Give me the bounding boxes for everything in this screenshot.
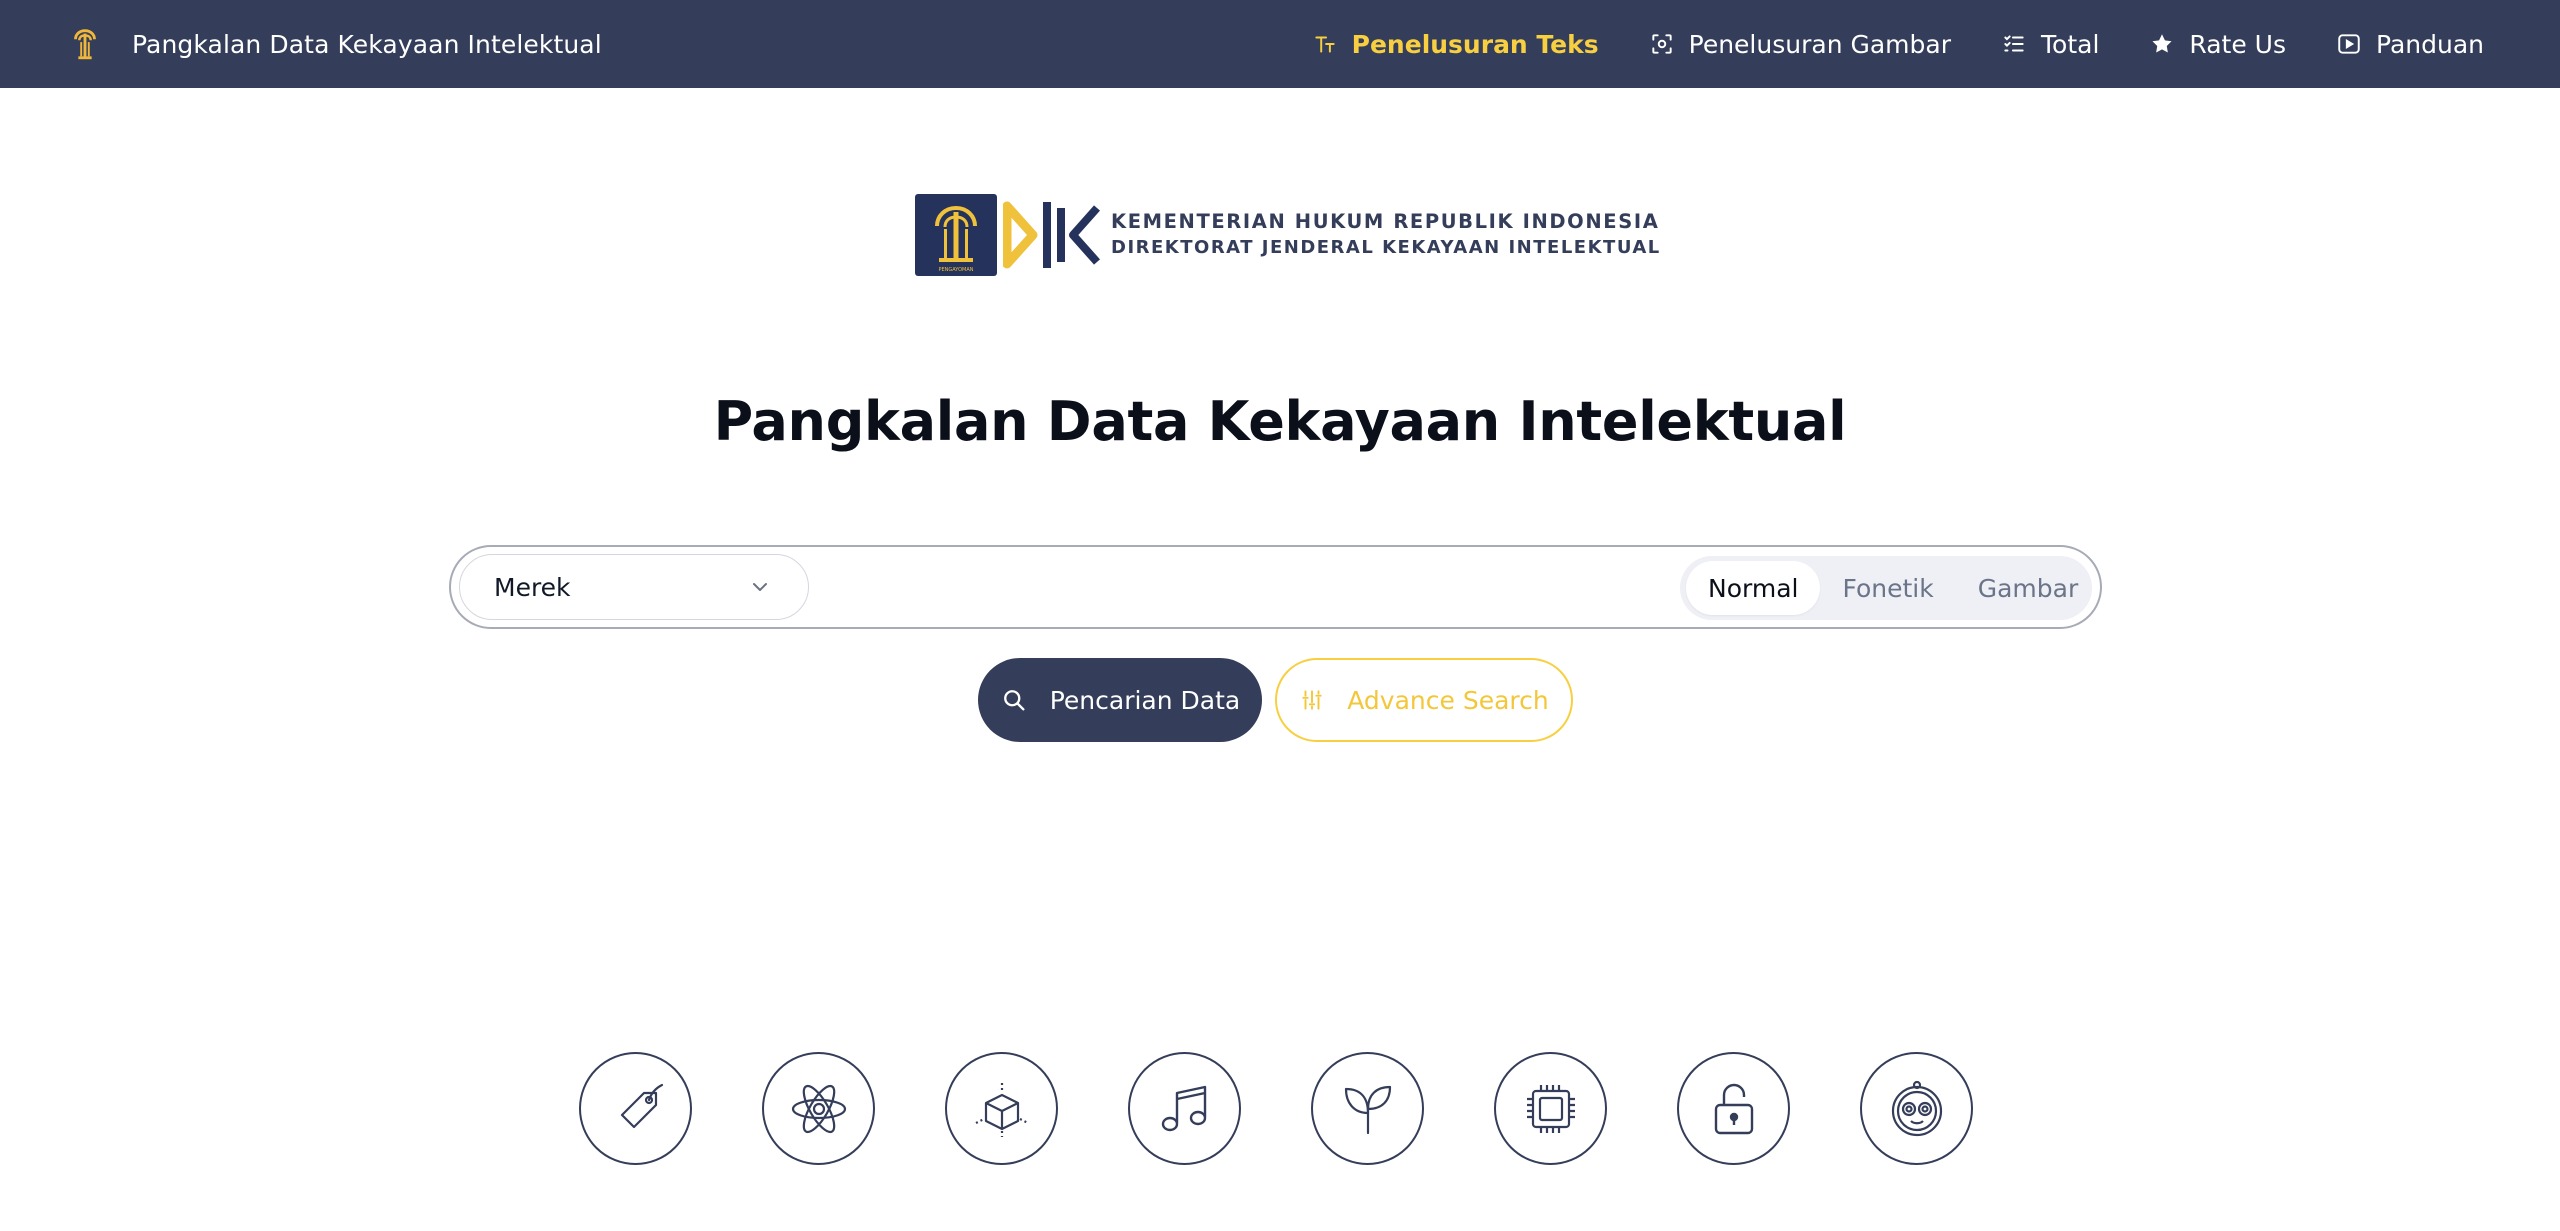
play-video-icon	[2338, 34, 2360, 54]
djki-wordmark-icon	[1003, 201, 1100, 269]
djki-logo: PENGAYOMAN KEMENTERIAN HUKUM REPUBLIK IN…	[915, 194, 1661, 276]
category-desain-industri[interactable]	[945, 1052, 1058, 1165]
atom-icon	[791, 1084, 846, 1133]
advance-search-button[interactable]: Advance Search	[1275, 658, 1573, 742]
pengayoman-emblem-icon	[74, 29, 96, 60]
category-selected-value: Merek	[494, 572, 571, 602]
nav-label: Rate Us	[2189, 29, 2286, 59]
category-rahasia-dagang[interactable]	[1677, 1052, 1790, 1165]
mode-normal[interactable]: Normal	[1686, 561, 1821, 615]
chip-icon	[1526, 1084, 1575, 1133]
search-bar: Merek Normal Fonetik Gambar	[449, 545, 2102, 629]
tag-icon	[620, 1083, 663, 1128]
text-size-icon	[1315, 36, 1335, 53]
logo-ministry-name: KEMENTERIAN HUKUM REPUBLIK INDONESIA	[1111, 210, 1660, 233]
nav-total[interactable]: Total	[2001, 30, 2099, 59]
category-paten[interactable]	[762, 1052, 875, 1165]
nav-rate-us[interactable]: Rate Us	[2149, 30, 2286, 59]
category-select[interactable]: Merek	[459, 554, 809, 620]
music-note-icon	[1161, 1085, 1206, 1131]
advance-search-label: Advance Search	[1347, 685, 1549, 715]
mode-fonetik[interactable]: Fonetik	[1820, 561, 1955, 615]
nav-penelusuran-teks[interactable]: Penelusuran Teks	[1312, 30, 1599, 59]
top-navbar: Pangkalan Data Kekayaan Intelektual Pene…	[0, 0, 2560, 88]
nav-panduan[interactable]: Panduan	[2336, 30, 2484, 59]
search-mode-toggle: Normal Fonetik Gambar	[1680, 556, 2092, 620]
main-nav: Penelusuran Teks Penelusuran Gambar Tota…	[1312, 0, 2484, 88]
category-merek[interactable]	[579, 1052, 692, 1165]
logo-directorate-name: DIREKTORAT JENDERAL KEKAYAAN INTELEKTUAL	[1111, 237, 1661, 258]
emblem-caption: PENGAYOMAN	[938, 267, 973, 273]
category-hak-cipta[interactable]	[1128, 1052, 1241, 1165]
pengayoman-logo-icon: PENGAYOMAN	[915, 194, 997, 276]
brand[interactable]: Pangkalan Data Kekayaan Intelektual	[66, 22, 602, 66]
padlock-icon	[1714, 1083, 1753, 1134]
category-desain-tata-letak[interactable]	[1494, 1052, 1607, 1165]
plant-sprout-icon	[1344, 1085, 1391, 1134]
search-data-button[interactable]: Pencarian Data	[978, 658, 1262, 742]
nav-label: Panduan	[2376, 29, 2484, 59]
sliders-icon	[1302, 690, 1322, 710]
mask-icon	[1891, 1080, 1942, 1136]
search-input[interactable]	[831, 557, 1631, 617]
nav-label: Penelusuran Teks	[1351, 29, 1599, 59]
checklist-icon	[2004, 35, 2024, 52]
cube-design-icon	[975, 1082, 1028, 1137]
image-scan-icon	[1651, 34, 1672, 54]
brand-title: Pangkalan Data Kekayaan Intelektual	[132, 29, 602, 59]
category-indikasi-geografis[interactable]	[1311, 1052, 1424, 1165]
search-data-label: Pencarian Data	[1049, 685, 1241, 715]
page-title: Pangkalan Data Kekayaan Intelektual	[713, 390, 1847, 453]
nav-label: Penelusuran Gambar	[1688, 29, 1951, 59]
nav-penelusuran-gambar[interactable]: Penelusuran Gambar	[1649, 30, 1951, 59]
chevron-down-icon	[753, 583, 767, 591]
mode-gambar[interactable]: Gambar	[1956, 561, 2101, 615]
logo-text: KEMENTERIAN HUKUM REPUBLIK INDONESIA DIR…	[1111, 210, 1661, 260]
search-icon	[1003, 690, 1025, 711]
category-kekayaan-intelektual-komunal[interactable]	[1860, 1052, 1973, 1165]
nav-label: Total	[2041, 29, 2100, 59]
star-icon	[2152, 34, 2172, 53]
